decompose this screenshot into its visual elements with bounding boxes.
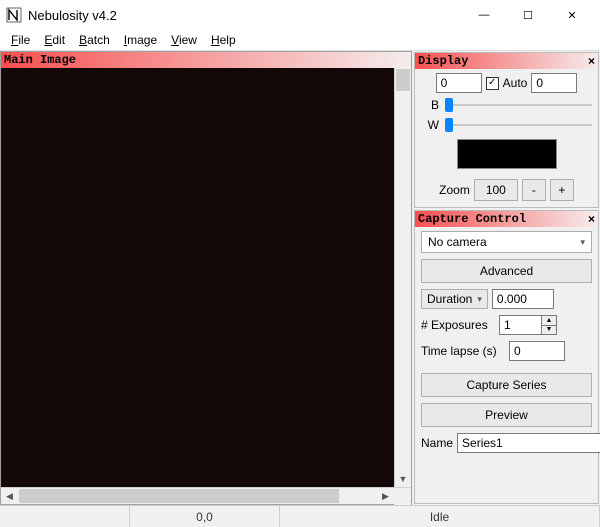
duration-label: Duration bbox=[427, 292, 472, 306]
statusbar: 0,0 Idle bbox=[0, 505, 600, 527]
window-title: Nebulosity v4.2 bbox=[28, 8, 117, 23]
main-image-pane: Main Image ▲ ▼ ◀ ▶ bbox=[0, 51, 412, 505]
capture-series-button[interactable]: Capture Series bbox=[421, 373, 592, 397]
display-close-icon[interactable]: × bbox=[588, 54, 595, 68]
scroll-right-icon[interactable]: ▶ bbox=[377, 491, 394, 502]
spinner-down-icon[interactable]: ▼ bbox=[542, 326, 556, 335]
exposures-spinner[interactable]: ▲ ▼ bbox=[499, 315, 557, 335]
series-name-input[interactable] bbox=[457, 433, 600, 453]
horizontal-scrollbar[interactable]: ◀ ▶ bbox=[1, 487, 411, 504]
display-panel: Display × ✓ Auto B W bbox=[414, 52, 599, 208]
menu-help[interactable]: Help bbox=[206, 32, 241, 48]
scroll-down-icon[interactable]: ▼ bbox=[395, 470, 411, 487]
vertical-scrollbar[interactable]: ▲ ▼ bbox=[394, 68, 411, 487]
black-slider[interactable] bbox=[445, 97, 592, 113]
menu-view[interactable]: View bbox=[166, 32, 202, 48]
display-header: Display × bbox=[415, 53, 598, 69]
status-state: Idle bbox=[280, 506, 600, 527]
titlebar: Nebulosity v4.2 — ☐ ✕ bbox=[0, 0, 600, 30]
status-cell-1 bbox=[0, 506, 130, 527]
name-label: Name bbox=[421, 436, 453, 450]
exposures-input[interactable] bbox=[499, 315, 541, 335]
image-canvas[interactable] bbox=[1, 68, 394, 487]
black-level-input[interactable] bbox=[436, 73, 482, 93]
zoom-in-button[interactable]: + bbox=[550, 179, 574, 201]
capture-header: Capture Control × bbox=[415, 211, 598, 227]
white-slider[interactable] bbox=[445, 117, 592, 133]
auto-label: Auto bbox=[503, 76, 528, 90]
hscroll-thumb[interactable] bbox=[19, 489, 339, 503]
w-slider-label: W bbox=[427, 118, 439, 132]
menubar: File Edit Batch Image View Help bbox=[0, 30, 600, 51]
advanced-button[interactable]: Advanced bbox=[421, 259, 592, 283]
duration-input[interactable] bbox=[492, 289, 554, 309]
close-button[interactable]: ✕ bbox=[550, 1, 594, 29]
preview-button[interactable]: Preview bbox=[421, 403, 592, 427]
status-coords: 0,0 bbox=[130, 506, 280, 527]
timelapse-label: Time lapse (s) bbox=[421, 344, 505, 358]
chevron-down-icon: ▾ bbox=[580, 237, 585, 248]
chevron-down-icon: ▾ bbox=[477, 294, 482, 305]
timelapse-input[interactable] bbox=[509, 341, 565, 361]
exposures-label: # Exposures bbox=[421, 318, 495, 332]
duration-select[interactable]: Duration ▾ bbox=[421, 289, 488, 309]
camera-selected-value: No camera bbox=[428, 235, 487, 249]
auto-checkbox[interactable]: ✓ bbox=[486, 77, 499, 90]
white-level-input[interactable] bbox=[531, 73, 577, 93]
main-image-header: Main Image bbox=[1, 52, 411, 68]
preview-swatch bbox=[457, 139, 557, 169]
app-icon bbox=[6, 7, 22, 23]
camera-select[interactable]: No camera ▾ bbox=[421, 231, 592, 253]
scroll-corner bbox=[394, 488, 411, 505]
spinner-up-icon[interactable]: ▲ bbox=[542, 316, 556, 326]
menu-image[interactable]: Image bbox=[119, 32, 162, 48]
scroll-left-icon[interactable]: ◀ bbox=[1, 491, 18, 502]
main-image-title: Main Image bbox=[4, 53, 76, 67]
menu-batch[interactable]: Batch bbox=[74, 32, 115, 48]
zoom-value-button[interactable]: 100 bbox=[474, 179, 518, 201]
zoom-label: Zoom bbox=[439, 183, 470, 197]
display-title: Display bbox=[418, 54, 468, 68]
b-slider-label: B bbox=[427, 98, 439, 112]
capture-title: Capture Control bbox=[418, 212, 526, 226]
zoom-out-button[interactable]: - bbox=[522, 179, 546, 201]
menu-file[interactable]: File bbox=[6, 32, 35, 48]
capture-panel: Capture Control × No camera ▾ Advanced D… bbox=[414, 210, 599, 504]
maximize-button[interactable]: ☐ bbox=[506, 1, 550, 29]
minimize-button[interactable]: — bbox=[462, 1, 506, 29]
vscroll-thumb[interactable] bbox=[396, 69, 410, 91]
capture-close-icon[interactable]: × bbox=[588, 212, 595, 226]
menu-edit[interactable]: Edit bbox=[39, 32, 70, 48]
